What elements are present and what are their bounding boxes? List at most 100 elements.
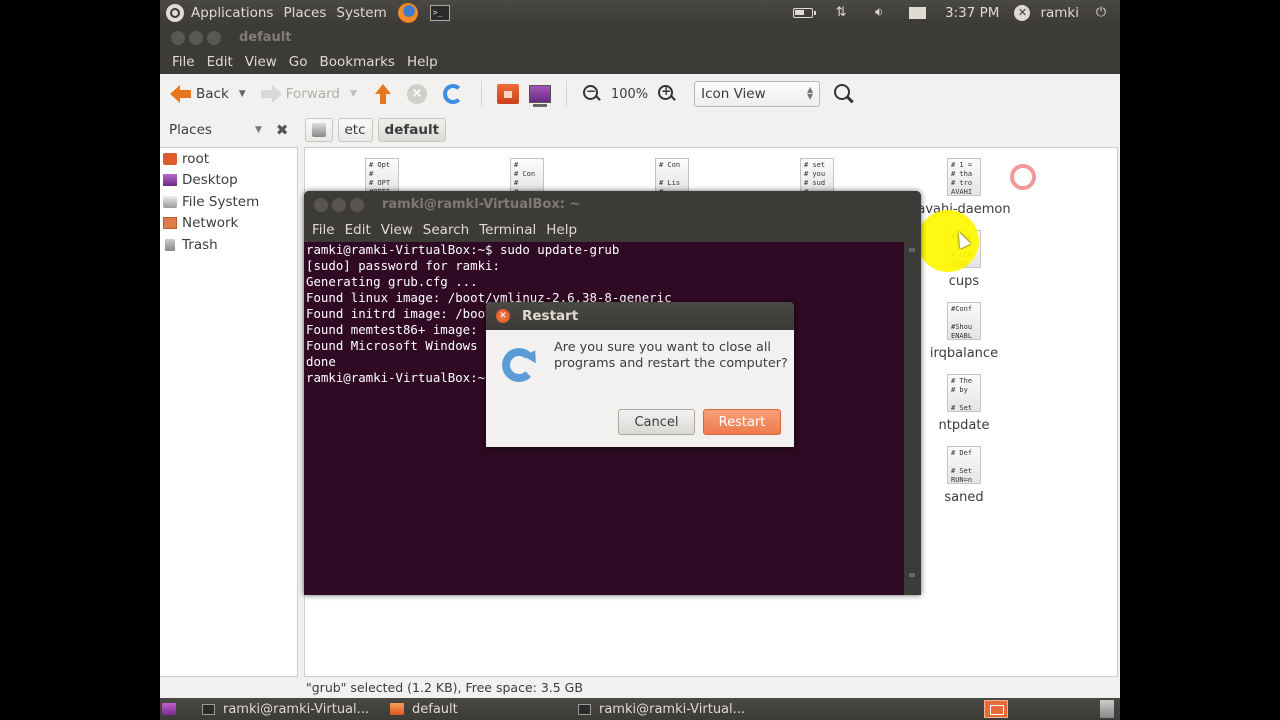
system-menu[interactable]: System xyxy=(331,5,391,21)
menu-help[interactable]: Help xyxy=(541,222,582,238)
restart-button[interactable]: Restart xyxy=(703,409,781,435)
sidebar-selector[interactable]: Places xyxy=(169,122,251,138)
workspace-switcher[interactable] xyxy=(984,700,1008,718)
menu-view[interactable]: View xyxy=(239,54,283,70)
forward-history-dropdown[interactable]: ▼ xyxy=(350,89,357,99)
sidebar-item-root[interactable]: root xyxy=(160,148,297,170)
window-maximize-button[interactable] xyxy=(207,30,221,45)
window-maximize-button[interactable] xyxy=(350,197,364,212)
volume-icon[interactable]: 🔉︎ xyxy=(868,5,890,20)
sidebar-item-desktop[interactable]: Desktop xyxy=(160,170,297,192)
computer-icon[interactable] xyxy=(528,85,551,107)
dialog-titlebar[interactable]: ✕ Restart xyxy=(486,302,794,330)
terminal-launcher-icon[interactable]: >_ xyxy=(429,4,450,21)
terminal-titlebar[interactable]: ramki@ramki-VirtualBox: ~ xyxy=(304,191,921,218)
trash-icon[interactable] xyxy=(1100,700,1114,718)
text-file-icon: # The # by # Set xyxy=(947,374,981,412)
terminal-line: [sudo] password for ramki: xyxy=(306,258,500,273)
task-label: ramki@ramki-Virtual... xyxy=(223,701,370,717)
reload-icon[interactable] xyxy=(442,84,463,104)
menu-terminal[interactable]: Terminal xyxy=(474,222,541,238)
file-item[interactable]: #Conf #Shou ENABL irqbalance xyxy=(914,302,1014,361)
user-name[interactable]: ramki xyxy=(1035,5,1084,21)
task-label: default xyxy=(412,701,458,717)
window-close-button[interactable] xyxy=(171,30,185,45)
menu-view[interactable]: View xyxy=(376,222,418,238)
cancel-button[interactable]: Cancel xyxy=(618,409,695,435)
up-icon[interactable] xyxy=(374,84,391,104)
ubuntu-logo-icon[interactable] xyxy=(166,3,184,22)
home-icon[interactable] xyxy=(496,84,519,104)
applications-menu[interactable]: Applications xyxy=(186,5,278,21)
trash-icon xyxy=(165,238,175,251)
taskbar-item-default[interactable]: default xyxy=(382,702,570,717)
view-mode-select[interactable]: Icon View ▲ ▼ xyxy=(694,81,821,107)
menu-help[interactable]: Help xyxy=(401,54,444,70)
file-item[interactable]: # Def # Set RUN=n saned xyxy=(914,446,1014,505)
back-button[interactable]: Back xyxy=(166,79,233,109)
breadcrumb-root[interactable] xyxy=(304,118,333,142)
forward-label: Forward xyxy=(285,86,340,102)
taskbar-item-terminal[interactable]: ramki@ramki-Virtual... xyxy=(194,702,382,717)
mail-icon[interactable] xyxy=(906,6,928,20)
dialog-close-button[interactable]: ✕ xyxy=(496,309,510,323)
menu-search[interactable]: Search xyxy=(418,222,474,238)
window-close-button[interactable] xyxy=(314,197,328,212)
places-sidebar: root Desktop File System Network Trash xyxy=(160,147,298,677)
menu-bookmarks[interactable]: Bookmarks xyxy=(314,54,401,70)
file-item[interactable]: # 1 = # tha # tro AVAHI avahi-daemon xyxy=(914,158,1014,217)
file-item[interactable]: # The # by # Set ntpdate xyxy=(914,374,1014,433)
taskbar-item-terminal-2[interactable]: ramki@ramki-Virtual... xyxy=(570,702,753,717)
task-label: ramki@ramki-Virtual... xyxy=(599,701,746,717)
menu-edit[interactable]: Edit xyxy=(340,222,376,238)
network-icon[interactable]: ⇅ xyxy=(830,5,852,20)
close-sidebar-icon[interactable]: ✖ xyxy=(276,121,289,139)
file-name: saned xyxy=(944,490,984,505)
click-indicator xyxy=(1010,164,1036,190)
file-name: cups xyxy=(948,274,980,289)
dialog-title: Restart xyxy=(522,308,579,324)
stop-icon[interactable]: × xyxy=(406,84,427,104)
window-minimize-button[interactable] xyxy=(189,30,203,45)
dialog-message: Are you sure you want to close all progr… xyxy=(554,340,788,371)
sidebar-item-label: Trash xyxy=(182,236,218,253)
menu-file[interactable]: File xyxy=(166,54,201,70)
chevron-down-icon[interactable]: ▼ xyxy=(255,125,262,135)
sidebar-item-label: Desktop xyxy=(182,172,238,189)
zoom-out-icon[interactable]: − xyxy=(582,84,601,103)
zoom-in-icon[interactable]: + xyxy=(658,84,676,103)
menu-go[interactable]: Go xyxy=(283,54,314,70)
back-history-dropdown[interactable]: ▼ xyxy=(239,89,246,99)
places-menu[interactable]: Places xyxy=(278,5,331,21)
power-icon[interactable]: ⏻ xyxy=(1090,5,1112,20)
sidebar-item-trash[interactable]: Trash xyxy=(160,234,297,256)
folder-icon xyxy=(390,703,404,715)
menu-file[interactable]: File xyxy=(307,222,340,238)
file-manager-titlebar: default xyxy=(160,25,1120,50)
show-desktop-icon[interactable] xyxy=(162,703,176,715)
battery-icon[interactable] xyxy=(792,6,817,20)
menu-edit[interactable]: Edit xyxy=(201,54,239,70)
forward-button[interactable]: Forward xyxy=(256,79,344,109)
back-label: Back xyxy=(196,86,229,102)
breadcrumb-etc[interactable]: etc xyxy=(337,118,373,142)
toolbar-separator xyxy=(480,81,482,107)
search-icon[interactable] xyxy=(834,84,854,104)
user-status-icon[interactable]: ✕ xyxy=(1014,4,1031,21)
firefox-icon[interactable] xyxy=(397,2,418,23)
forward-arrow-icon xyxy=(260,85,282,103)
terminal-scrollbar[interactable] xyxy=(904,242,921,595)
window-minimize-button[interactable] xyxy=(332,197,346,212)
toolbar-separator xyxy=(565,81,567,107)
sidebar-item-file-system[interactable]: File System xyxy=(160,191,297,213)
desktop-screen: Applications Places System >_ ⇅ 🔉︎ 3:37 … xyxy=(160,0,1120,720)
file-manager-toolbar: Back ▼ Forward ▼ × − 100% + Icon View ▲ ▼ xyxy=(160,74,1120,114)
clock[interactable]: 3:37 PM xyxy=(940,5,1004,21)
terminal-line: Generating grub.cfg ... xyxy=(306,274,478,289)
zoom-level[interactable]: 100% xyxy=(611,87,648,102)
terminal-icon xyxy=(578,703,591,715)
breadcrumb-default[interactable]: default xyxy=(377,118,447,142)
terminal-menubar: File Edit View Search Terminal Help xyxy=(304,218,921,242)
view-mode-value: Icon View xyxy=(701,86,766,102)
sidebar-item-network[interactable]: Network xyxy=(160,213,297,235)
